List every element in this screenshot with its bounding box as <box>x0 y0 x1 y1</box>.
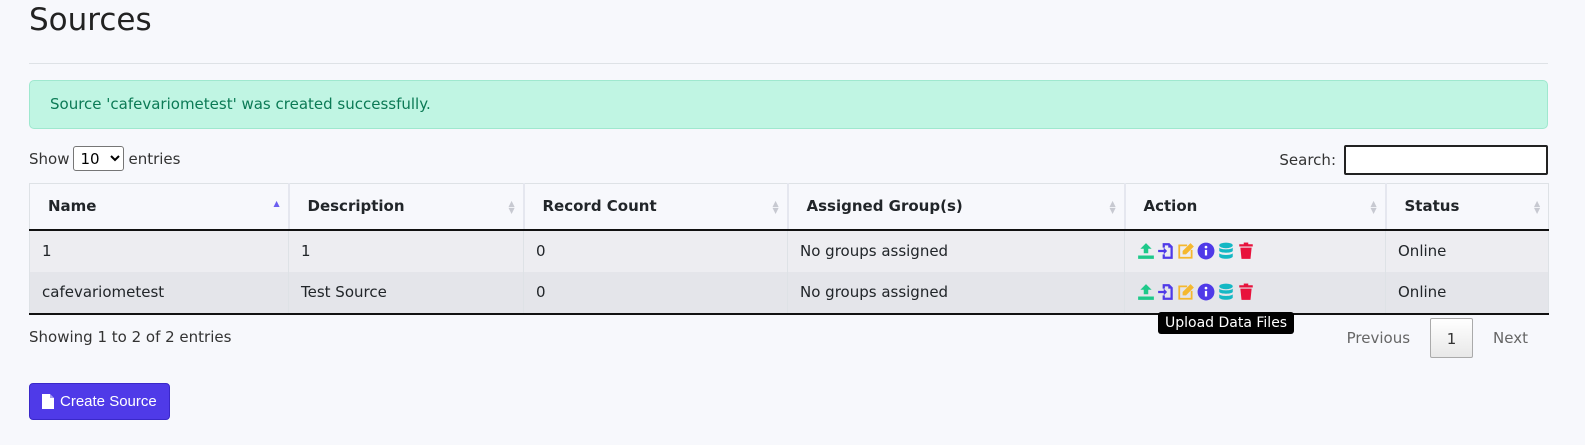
divider <box>29 63 1548 64</box>
cell-description: Test Source <box>288 271 524 315</box>
search-control: Search: <box>1279 145 1548 175</box>
column-header-label: Action <box>1143 197 1198 216</box>
page-button-current[interactable]: 1 <box>1430 318 1474 358</box>
cell-description: 1 <box>288 229 524 272</box>
cell-record-count: 0 <box>523 229 788 272</box>
pagination: Previous 1 Next <box>1327 318 1548 358</box>
alert-message: Source 'cafevariometest' was created suc… <box>50 95 431 113</box>
sort-ascending-icon: ▲ <box>273 199 280 208</box>
file-import-icon[interactable] <box>1157 283 1175 301</box>
cell-groups: No groups assigned <box>787 229 1125 272</box>
cell-actions <box>1124 271 1386 315</box>
table-info: Showing 1 to 2 of 2 entries <box>29 328 232 346</box>
search-label: Search: <box>1279 151 1336 169</box>
table-row: cafevariometest Test Source 0 No groups … <box>29 271 1549 315</box>
entries-label: entries <box>128 149 181 168</box>
page-title: Sources <box>29 2 152 38</box>
column-header-label: Assigned Group(s) <box>806 197 963 216</box>
column-header-label: Description <box>307 197 405 216</box>
sort-icon: ▲ ▼ <box>1109 199 1116 215</box>
sort-icon: ▲ ▼ <box>1370 199 1377 215</box>
database-icon[interactable] <box>1217 242 1235 260</box>
column-header-name[interactable]: Name ▲ <box>29 183 289 231</box>
file-icon <box>42 394 54 409</box>
info-icon[interactable] <box>1197 242 1215 260</box>
create-source-label: Create Source <box>60 393 157 410</box>
sources-table: Name ▲ Description ▲ ▼ Record Count ▲ ▼ As… <box>29 183 1549 315</box>
edit-icon[interactable] <box>1177 242 1195 260</box>
column-header-label: Name <box>48 197 97 216</box>
cell-groups: No groups assigned <box>787 271 1125 315</box>
trash-icon[interactable] <box>1237 242 1255 260</box>
cell-record-count: 0 <box>523 271 788 315</box>
entries-select[interactable]: 10 <box>73 146 125 171</box>
column-header-action[interactable]: Action ▲ ▼ <box>1123 183 1386 231</box>
sort-icon: ▲ ▼ <box>1534 199 1541 215</box>
column-header-status[interactable]: Status ▲ ▼ <box>1384 183 1549 231</box>
column-header-description[interactable]: Description ▲ ▼ <box>287 183 524 231</box>
success-alert: Source 'cafevariometest' was created suc… <box>29 80 1548 129</box>
column-header-assigned-groups[interactable]: Assigned Group(s) ▲ ▼ <box>786 183 1125 231</box>
previous-button[interactable]: Previous <box>1327 318 1430 358</box>
upload-icon[interactable] <box>1137 242 1155 260</box>
table-row: 1 1 0 No groups assigned Online <box>29 229 1549 272</box>
upload-icon[interactable] <box>1137 283 1155 301</box>
column-header-label: Status <box>1404 197 1460 216</box>
search-input[interactable] <box>1344 145 1548 175</box>
next-button[interactable]: Next <box>1473 318 1548 358</box>
edit-icon[interactable] <box>1177 283 1195 301</box>
cell-actions <box>1124 229 1386 272</box>
cell-name: 1 <box>29 229 289 272</box>
cell-name: cafevariometest <box>29 271 289 315</box>
sort-icon: ▲ ▼ <box>508 199 515 215</box>
cell-status: Online <box>1385 271 1549 315</box>
info-icon[interactable] <box>1197 283 1215 301</box>
trash-icon[interactable] <box>1237 283 1255 301</box>
sort-icon: ▲ ▼ <box>772 199 779 215</box>
entries-length-control: Show 10 entries <box>29 146 180 171</box>
create-source-button[interactable]: Create Source <box>29 383 170 420</box>
database-icon[interactable] <box>1217 283 1235 301</box>
cell-status: Online <box>1385 229 1549 272</box>
column-header-label: Record Count <box>542 197 657 216</box>
show-label: Show <box>29 149 70 168</box>
column-header-record-count[interactable]: Record Count ▲ ▼ <box>522 183 788 231</box>
tooltip: Upload Data Files <box>1158 312 1295 334</box>
file-import-icon[interactable] <box>1157 242 1175 260</box>
